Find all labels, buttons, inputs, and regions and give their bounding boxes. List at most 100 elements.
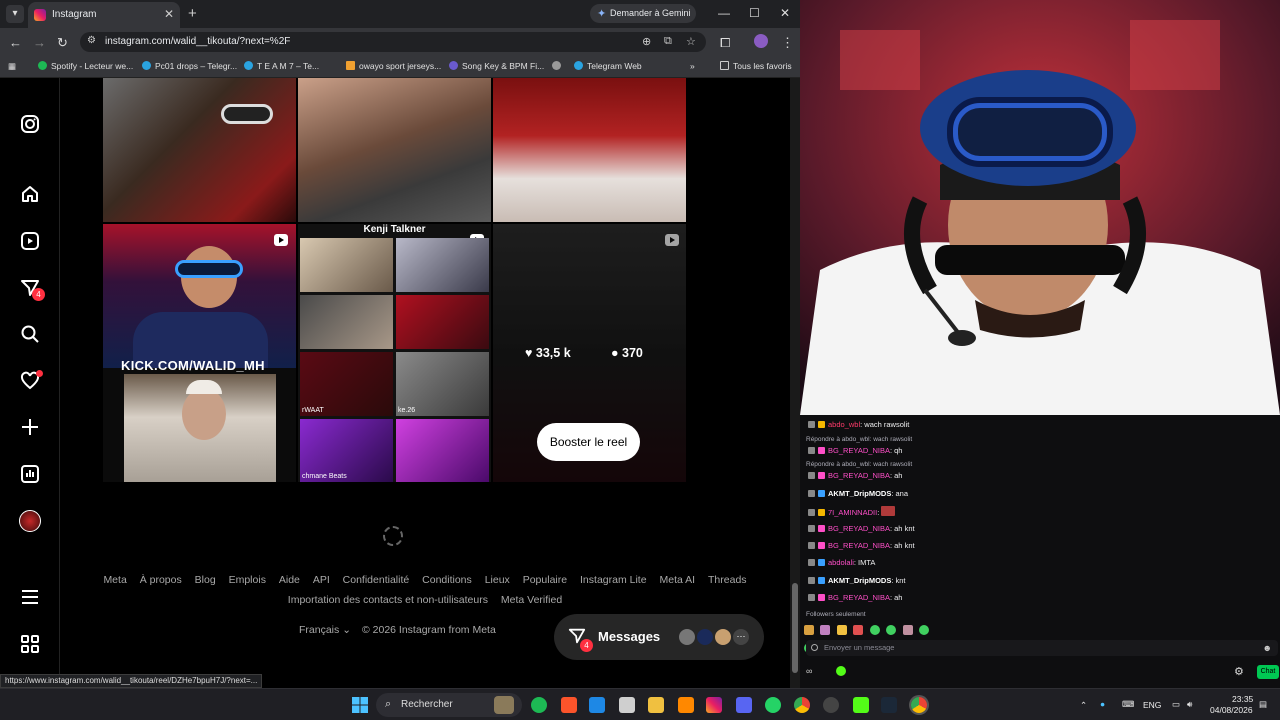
language-indicator[interactable]: ENG: [1143, 700, 1161, 710]
chat-input[interactable]: Envoyer un message ☻: [806, 640, 1278, 656]
close-tab-icon[interactable]: ✕: [164, 7, 174, 21]
emoji-picker-icon[interactable]: ☻: [1263, 643, 1272, 653]
boost-reel-button[interactable]: Booster le reel: [537, 423, 640, 461]
bookmark-item[interactable]: owayo sport jerseys...: [346, 61, 441, 71]
apps-grid-icon[interactable]: ▦: [8, 61, 16, 72]
footer-link[interactable]: API: [313, 574, 330, 586]
reel-thumbnail[interactable]: Kenji Talkner rWAAT ke.26 chmane Beats: [298, 224, 491, 482]
footer-link[interactable]: Meta AI: [659, 574, 695, 586]
chrome-icon[interactable]: [794, 697, 810, 713]
vlc-icon[interactable]: [678, 697, 694, 713]
bookmark-star-icon[interactable]: ☆: [686, 35, 696, 48]
tray-overflow-icon[interactable]: ⌃: [1080, 700, 1087, 711]
extensions-icon[interactable]: ⧠: [720, 35, 730, 51]
emote-icon[interactable]: [804, 625, 814, 635]
tab-instagram[interactable]: Instagram ✕: [28, 2, 180, 28]
kick-logo-icon[interactable]: [836, 666, 846, 676]
emote-bar[interactable]: [804, 622, 944, 653]
chat-send-button[interactable]: Chat: [1257, 665, 1279, 679]
notifications-icon[interactable]: ▤: [1259, 699, 1267, 710]
kick-icon[interactable]: [853, 697, 869, 713]
emote-icon[interactable]: [853, 625, 864, 635]
chat-tools-icon[interactable]: ∞: [806, 666, 812, 676]
brave-icon[interactable]: [561, 697, 577, 713]
store-icon[interactable]: [619, 697, 635, 713]
volume-icon[interactable]: 🔊︎: [1187, 699, 1192, 710]
page-scrollbar[interactable]: [790, 78, 800, 688]
whatsapp-icon[interactable]: [765, 697, 781, 713]
menu-icon[interactable]: [20, 587, 40, 607]
obs-icon[interactable]: [823, 697, 839, 713]
bookmark-item[interactable]: T E A M 7 – Te...: [244, 61, 319, 71]
omnibox[interactable]: ⚙ instagram.com/walid__tikouta/?next=%2F…: [80, 32, 706, 52]
emote-icon[interactable]: [836, 625, 847, 635]
reels-icon[interactable]: [20, 231, 40, 251]
create-icon[interactable]: [20, 417, 40, 437]
more-apps-icon[interactable]: [20, 634, 40, 654]
footer-link[interactable]: Meta: [103, 574, 126, 586]
emote-icon[interactable]: [919, 625, 930, 635]
chat-settings-icon[interactable]: ⚙: [1234, 665, 1244, 678]
post-thumbnail[interactable]: [103, 78, 296, 222]
minimize-icon[interactable]: —: [718, 6, 730, 20]
emote-icon[interactable]: [886, 625, 897, 635]
gemini-button[interactable]: ✦ Demander à Gemini: [590, 4, 696, 23]
footer-link[interactable]: Confidentialité: [343, 574, 410, 586]
post-thumbnail[interactable]: [493, 78, 686, 222]
reel-thumbnail[interactable]: KICK.COM/WALID_MH: [103, 224, 296, 482]
footer-link[interactable]: Populaire: [523, 574, 567, 586]
mic-icon[interactable]: ●: [1100, 699, 1105, 709]
back-icon[interactable]: ←: [9, 35, 22, 50]
install-app-icon[interactable]: ⧉: [664, 35, 672, 48]
instagram-logo-icon[interactable]: [20, 114, 40, 134]
instagram-icon[interactable]: [706, 697, 722, 713]
scroll-thumb[interactable]: [792, 583, 798, 673]
clock-time[interactable]: 23:35: [1232, 694, 1253, 704]
all-bookmarks[interactable]: Tous les favoris: [720, 61, 792, 71]
forward-icon[interactable]: →: [33, 35, 46, 50]
reload-icon[interactable]: ↻: [57, 35, 68, 51]
emote-icon[interactable]: [869, 625, 880, 635]
footer-link[interactable]: Importation des contacts et non-utilisat…: [288, 594, 488, 606]
url-text[interactable]: instagram.com/walid__tikouta/?next=%2F: [105, 36, 290, 47]
network-icon[interactable]: ▭: [1172, 699, 1180, 710]
bookmark-item[interactable]: Telegram Web: [574, 61, 642, 71]
messages-pill[interactable]: 4 Messages ⋯: [554, 614, 764, 660]
footer-link[interactable]: Meta Verified: [501, 594, 562, 606]
search-icon[interactable]: [20, 324, 40, 344]
bookmark-item[interactable]: Spotify - Lecteur we...: [38, 61, 133, 71]
chrome-profile-icon[interactable]: [911, 697, 927, 713]
emote-icon[interactable]: [902, 625, 913, 635]
home-icon[interactable]: [20, 184, 40, 204]
footer-link[interactable]: Instagram Lite: [580, 574, 647, 586]
keyboard-icon[interactable]: ⌨: [1122, 699, 1134, 710]
close-window-icon[interactable]: ✕: [780, 6, 790, 20]
footer-link[interactable]: Lieux: [485, 574, 510, 586]
zoom-icon[interactable]: ⊕: [642, 35, 651, 48]
steam-icon[interactable]: [881, 697, 897, 713]
footer-link[interactable]: Threads: [708, 574, 747, 586]
discord-icon[interactable]: [736, 697, 752, 713]
new-tab-icon[interactable]: +: [188, 5, 197, 22]
footer-link[interactable]: Conditions: [422, 574, 472, 586]
emote-icon[interactable]: [820, 625, 831, 635]
maximize-icon[interactable]: ☐: [749, 6, 760, 20]
more-bookmarks-icon[interactable]: »: [690, 61, 695, 71]
clock-date[interactable]: 04/08/2026: [1210, 705, 1253, 715]
footer-link[interactable]: Aide: [279, 574, 300, 586]
site-info-icon[interactable]: ⚙: [87, 35, 96, 46]
taskbar-search[interactable]: ⌕ Rechercher: [376, 693, 522, 717]
start-button[interactable]: [352, 697, 368, 713]
language-selector[interactable]: Français ⌄: [299, 624, 351, 636]
profile-avatar[interactable]: [19, 510, 41, 532]
footer-link[interactable]: Blog: [195, 574, 216, 586]
footer-link[interactable]: Emplois: [229, 574, 266, 586]
profile-avatar-icon[interactable]: [754, 34, 768, 48]
folder-icon[interactable]: [648, 697, 664, 713]
post-thumbnail[interactable]: [298, 78, 491, 222]
spotify-icon[interactable]: [531, 697, 547, 713]
browser-menu-icon[interactable]: ⋮: [781, 35, 794, 51]
footer-link[interactable]: À propos: [140, 574, 182, 586]
shield-icon[interactable]: [589, 697, 605, 713]
bookmark-item[interactable]: [552, 61, 565, 71]
